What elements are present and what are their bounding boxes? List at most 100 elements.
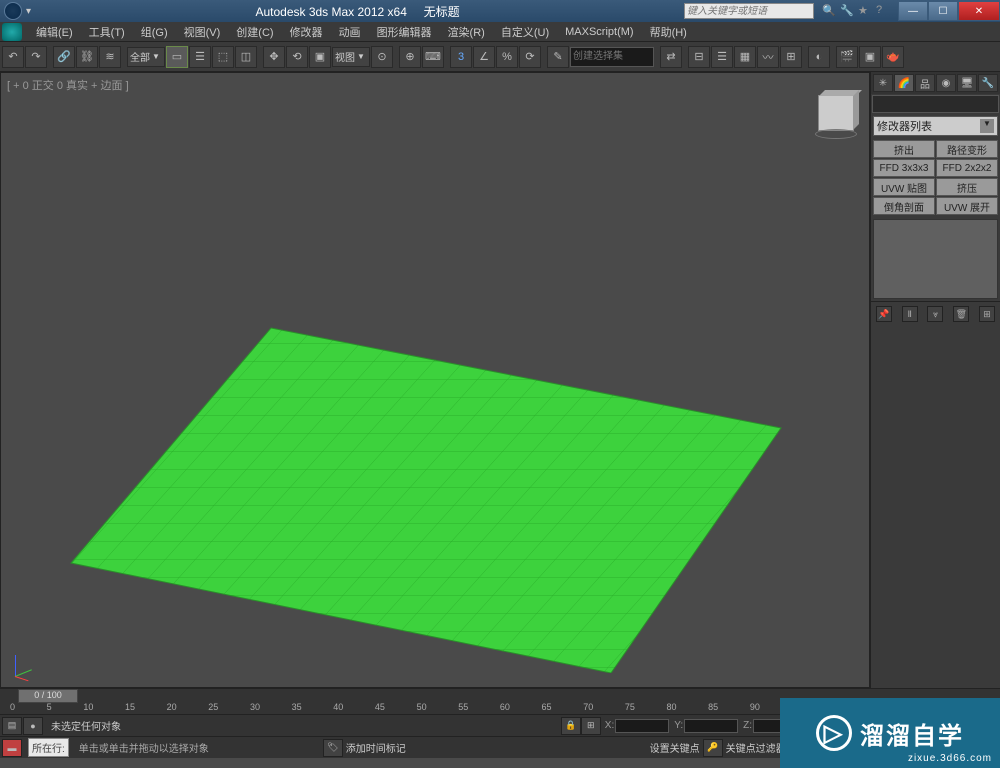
- remove-modifier-icon[interactable]: 🗑: [953, 306, 969, 322]
- rendered-frame-icon[interactable]: ▣: [859, 46, 881, 68]
- menu-group[interactable]: 组(G): [133, 22, 176, 42]
- menu-views[interactable]: 视图(V): [176, 22, 229, 42]
- menu-help[interactable]: 帮助(H): [642, 22, 695, 42]
- spinner-snap-icon[interactable]: ⟳: [519, 46, 541, 68]
- unlink-icon[interactable]: ⛓: [76, 46, 98, 68]
- modifier-btn-uvwmap[interactable]: UVW 贴图: [873, 178, 935, 196]
- viewcube[interactable]: [811, 93, 861, 143]
- watermark-url: zixue.3d66.com: [908, 753, 992, 764]
- undo-icon[interactable]: ↶: [2, 46, 24, 68]
- modify-tab-icon[interactable]: 🌈: [894, 74, 914, 92]
- modifier-btn-ffd3[interactable]: FFD 3x3x3: [873, 159, 935, 177]
- create-tab-icon[interactable]: ✳: [873, 74, 893, 92]
- schematic-view-icon[interactable]: ⊞: [780, 46, 802, 68]
- maxscript-mini-icon[interactable]: ▤: [2, 717, 22, 735]
- menu-rendering[interactable]: 渲染(R): [440, 22, 493, 42]
- named-selection-input[interactable]: [570, 47, 654, 67]
- key-mode-icon[interactable]: 🔑: [703, 739, 723, 757]
- watermark-brand: 溜溜自学: [860, 716, 964, 751]
- pin-stack-icon[interactable]: 📌: [876, 306, 892, 322]
- macro-rec-icon[interactable]: ●: [23, 717, 43, 735]
- selection-filter[interactable]: 全部▼: [127, 47, 165, 67]
- time-slider-handle[interactable]: 0 / 100: [18, 689, 78, 703]
- menu-customize[interactable]: 自定义(U): [493, 22, 557, 42]
- x-coord-input[interactable]: [615, 719, 669, 733]
- menu-animation[interactable]: 动画: [331, 22, 369, 42]
- plane-object[interactable]: [51, 253, 811, 673]
- percent-snap-icon[interactable]: %: [496, 46, 518, 68]
- select-object-icon[interactable]: ▭: [166, 46, 188, 68]
- absolute-mode-icon[interactable]: ⊞: [581, 717, 601, 735]
- modifier-stack[interactable]: [873, 219, 998, 299]
- redo-icon[interactable]: ↷: [25, 46, 47, 68]
- infocenter-star-icon[interactable]: ★: [858, 4, 872, 18]
- window-crossing-icon[interactable]: ◫: [235, 46, 257, 68]
- graphite-icon[interactable]: ▦: [734, 46, 756, 68]
- angle-snap-icon[interactable]: ∠: [473, 46, 495, 68]
- edit-named-sel-icon[interactable]: ✎: [547, 46, 569, 68]
- infocenter-key-icon[interactable]: 🔧: [840, 4, 854, 18]
- select-rotate-icon[interactable]: ⟲: [286, 46, 308, 68]
- layers-icon[interactable]: ☰: [711, 46, 733, 68]
- make-unique-icon[interactable]: ⩔: [927, 306, 943, 322]
- select-move-icon[interactable]: ✥: [263, 46, 285, 68]
- modifier-list-dropdown[interactable]: 修改器列表▼: [873, 116, 998, 136]
- setkey-button[interactable]: 设置关键点: [650, 740, 700, 755]
- select-manipulate-icon[interactable]: ⊕: [399, 46, 421, 68]
- bind-spacewarp-icon[interactable]: ≋: [99, 46, 121, 68]
- menu-bar: 编辑(E) 工具(T) 组(G) 视图(V) 创建(C) 修改器 动画 图形编辑…: [0, 22, 1000, 42]
- infocenter-help-icon[interactable]: ?: [876, 4, 890, 18]
- modifier-btn-ffd2[interactable]: FFD 2x2x2: [936, 159, 998, 177]
- link-icon[interactable]: 🔗: [53, 46, 75, 68]
- main-toolbar: ↶ ↷ 🔗 ⛓ ≋ 全部▼ ▭ ☰ ⬚ ◫ ✥ ⟲ ▣ 视图▼ ⊙ ⊕ ⌨ 3 …: [0, 42, 1000, 72]
- modifier-btn-extrude[interactable]: 挤出: [873, 140, 935, 158]
- menu-maxscript[interactable]: MAXScript(M): [557, 24, 641, 40]
- mirror-icon[interactable]: ⇄: [660, 46, 682, 68]
- watermark: ▷ 溜溜自学 zixue.3d66.com: [780, 698, 1000, 768]
- add-time-tag-icon[interactable]: 🏷: [323, 739, 343, 757]
- align-icon[interactable]: ⊟: [688, 46, 710, 68]
- select-by-name-icon[interactable]: ☰: [189, 46, 211, 68]
- snap-toggle-icon[interactable]: 3: [450, 46, 472, 68]
- app-title: Autodesk 3ds Max 2012 x64: [255, 5, 406, 19]
- motion-tab-icon[interactable]: ◉: [936, 74, 956, 92]
- menu-create[interactable]: 创建(C): [228, 22, 281, 42]
- infocenter-search-icon[interactable]: 🔍: [822, 4, 836, 18]
- menu-modifiers[interactable]: 修改器: [282, 22, 331, 42]
- viewport-label[interactable]: [ + 0 正交 0 真实 + 边面 ]: [7, 77, 129, 93]
- hierarchy-tab-icon[interactable]: 品: [915, 74, 935, 92]
- configure-sets-icon[interactable]: ⊞: [979, 306, 995, 322]
- keyboard-shortcut-icon[interactable]: ⌨: [422, 46, 444, 68]
- isolate-icon[interactable]: ▬: [2, 739, 22, 757]
- ref-coord-system[interactable]: 视图▼: [332, 47, 370, 67]
- modifier-btn-uvwunwrap[interactable]: UVW 展开: [936, 197, 998, 215]
- search-input[interactable]: [684, 3, 814, 19]
- curve-editor-icon[interactable]: 〰: [757, 46, 779, 68]
- modifier-btn-pathdeform[interactable]: 路径变形: [936, 140, 998, 158]
- minimize-button[interactable]: —: [898, 1, 928, 21]
- y-coord-input[interactable]: [684, 719, 738, 733]
- render-production-icon[interactable]: 🫖: [882, 46, 904, 68]
- add-time-tag-label[interactable]: 添加时间标记: [346, 740, 406, 755]
- material-editor-icon[interactable]: ◐: [808, 46, 830, 68]
- menu-tools[interactable]: 工具(T): [81, 22, 133, 42]
- use-center-icon[interactable]: ⊙: [371, 46, 393, 68]
- lock-selection-icon[interactable]: 🔒: [561, 717, 581, 735]
- modifier-btn-bevelprofile[interactable]: 倒角剖面: [873, 197, 935, 215]
- menu-edit[interactable]: 编辑(E): [28, 22, 81, 42]
- modifier-btn-push[interactable]: 挤压: [936, 178, 998, 196]
- close-button[interactable]: ✕: [958, 1, 1000, 21]
- display-tab-icon[interactable]: 🖥: [957, 74, 977, 92]
- show-end-result-icon[interactable]: Ⅱ: [902, 306, 918, 322]
- app-logo-icon[interactable]: [4, 2, 22, 20]
- select-scale-icon[interactable]: ▣: [309, 46, 331, 68]
- app-menu-icon[interactable]: [2, 23, 22, 41]
- object-name-input[interactable]: [872, 95, 999, 113]
- maximize-button[interactable]: ☐: [928, 1, 958, 21]
- utilities-tab-icon[interactable]: 🔧: [978, 74, 998, 92]
- menu-graph-editors[interactable]: 图形编辑器: [369, 22, 440, 42]
- command-panel: ✳ 🌈 品 ◉ 🖥 🔧 修改器列表▼ 挤出 路径变形 FFD 3x3x3 FFD…: [870, 72, 1000, 688]
- viewport[interactable]: [ + 0 正交 0 真实 + 边面 ]: [0, 72, 870, 688]
- select-region-icon[interactable]: ⬚: [212, 46, 234, 68]
- render-setup-icon[interactable]: 🎬: [836, 46, 858, 68]
